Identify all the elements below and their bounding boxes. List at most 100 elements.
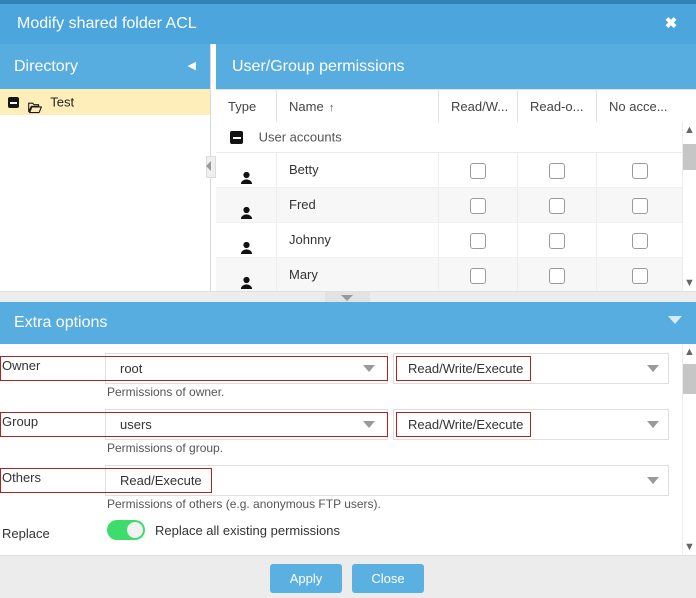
owner-label: Owner [2,358,40,373]
column-header-no-access[interactable]: No acce... [596,90,683,123]
scrollbar-thumb[interactable] [683,364,696,394]
owner-hint: Permissions of owner. [107,385,224,399]
checkbox-no-access[interactable] [632,268,648,284]
cell-no-access [596,258,683,291]
chevron-down-icon[interactable] [647,421,659,428]
permissions-table-body: User accounts Betty [216,122,683,291]
column-header-type[interactable]: Type [216,90,276,123]
directory-pane: Directory ◀ Test [0,44,211,291]
group-collapse-toggle-icon[interactable] [230,131,243,144]
tree-collapse-toggle-icon[interactable] [8,97,19,108]
permissions-group-label: User accounts [259,130,342,145]
cell-name: Johnny [276,223,438,257]
extra-options-header[interactable]: Extra options [0,302,696,344]
cell-no-access [596,223,683,257]
checkbox-no-access[interactable] [632,198,648,214]
replace-toggle-text: Replace all existing permissions [155,523,340,538]
form-row-replace: Replace Replace all existing permissions [0,520,683,554]
group-user-select[interactable]: users [105,409,388,440]
cell-type [216,258,276,291]
dialog-title: Modify shared folder ACL [17,4,197,44]
others-permission-select[interactable]: Read/Execute [105,465,669,496]
checkbox-read-write[interactable] [470,268,486,284]
permissions-pane: User/Group permissions Type Name↑ Read/W… [216,44,696,291]
chevron-up-icon[interactable]: ▲ [683,122,696,138]
chevron-down-icon[interactable] [647,477,659,484]
checkbox-read-write[interactable] [470,198,486,214]
owner-permission-select[interactable]: Read/Write/Execute [393,353,669,384]
toggle-knob [127,522,143,538]
directory-tree-item-label: Test [50,95,74,110]
replace-label: Replace [2,526,50,541]
chevron-down-icon[interactable]: ▼ [683,275,696,291]
chevron-down-icon[interactable]: ▼ [683,539,696,555]
open-folder-icon [28,97,42,109]
chevron-up-icon[interactable]: ▲ [683,344,696,360]
cell-name: Mary [276,258,438,291]
close-button[interactable]: Close [352,564,424,593]
checkbox-read-only[interactable] [549,198,565,214]
dialog-titlebar: Modify shared folder ACL ✖ [0,4,696,44]
chevron-down-icon[interactable] [363,421,375,428]
directory-header-label: Directory [14,44,78,89]
cell-type [216,153,276,187]
owner-user-select[interactable]: root [105,353,388,384]
permissions-pane-header: User/Group permissions [216,44,696,89]
chevron-down-icon[interactable] [363,365,375,372]
chevron-down-icon[interactable] [647,365,659,372]
table-row[interactable]: Fred [216,188,683,223]
checkbox-read-write[interactable] [470,233,486,249]
table-row[interactable]: Betty [216,153,683,188]
table-row[interactable]: Mary [216,258,683,291]
cell-type [216,188,276,222]
cell-no-access [596,153,683,187]
extra-options-label: Extra options [14,302,107,344]
form-row-owner: Owner root Read/Write/Execute Permission… [0,349,683,401]
permissions-table-header: Type Name↑ Read/W... Read-o... No acce..… [216,89,696,124]
cell-read-write [438,188,517,222]
column-header-name[interactable]: Name↑ [276,90,438,123]
apply-button[interactable]: Apply [270,564,342,593]
checkbox-read-only[interactable] [549,268,565,284]
checkbox-read-only[interactable] [549,163,565,179]
directory-pane-header: Directory ◀ [0,44,210,89]
pane-splitter-vertical[interactable] [204,44,216,291]
column-header-read-write[interactable]: Read/W... [438,90,517,123]
permissions-table-scrollbar[interactable]: ▲ ▼ [682,122,696,291]
column-header-read-only[interactable]: Read-o... [517,90,596,123]
checkbox-read-write[interactable] [470,163,486,179]
form-row-others: Others Read/Execute Permissions of other… [0,461,683,513]
cell-name: Betty [276,153,438,187]
directory-tree-item-test[interactable]: Test [0,89,210,115]
user-icon [240,164,253,178]
checkbox-no-access[interactable] [632,163,648,179]
cell-read-only [517,258,596,291]
dialog-footer: Apply Close [0,555,696,598]
checkbox-read-only[interactable] [549,233,565,249]
chevron-down-icon[interactable] [668,316,682,324]
cell-read-only [517,188,596,222]
others-label: Others [2,470,41,485]
replace-toggle[interactable] [107,520,145,540]
group-label: Group [2,414,38,429]
dialog-top-body: Directory ◀ Test User/Group permissions [0,44,696,291]
permissions-header-label: User/Group permissions [232,44,405,89]
group-permission-select[interactable]: Read/Write/Execute [393,409,669,440]
table-row[interactable]: Johnny [216,223,683,258]
user-icon [240,199,253,213]
chevron-left-small-icon [206,161,211,171]
sort-ascending-icon: ↑ [329,102,335,114]
cell-name: Fred [276,188,438,222]
checkbox-no-access[interactable] [632,233,648,249]
cell-read-only [517,153,596,187]
group-hint: Permissions of group. [107,441,223,455]
user-icon [240,234,253,248]
close-icon[interactable]: ✖ [656,4,686,44]
chevron-left-icon[interactable]: ◀ [188,44,196,89]
others-permission-value: Read/Execute [120,473,202,488]
cell-type [216,223,276,257]
extra-options-scrollbar[interactable]: ▲ ▼ [682,344,696,555]
permissions-group-row-user-accounts[interactable]: User accounts [216,122,683,153]
group-permission-value: Read/Write/Execute [408,417,523,432]
scrollbar-thumb[interactable] [683,144,696,170]
